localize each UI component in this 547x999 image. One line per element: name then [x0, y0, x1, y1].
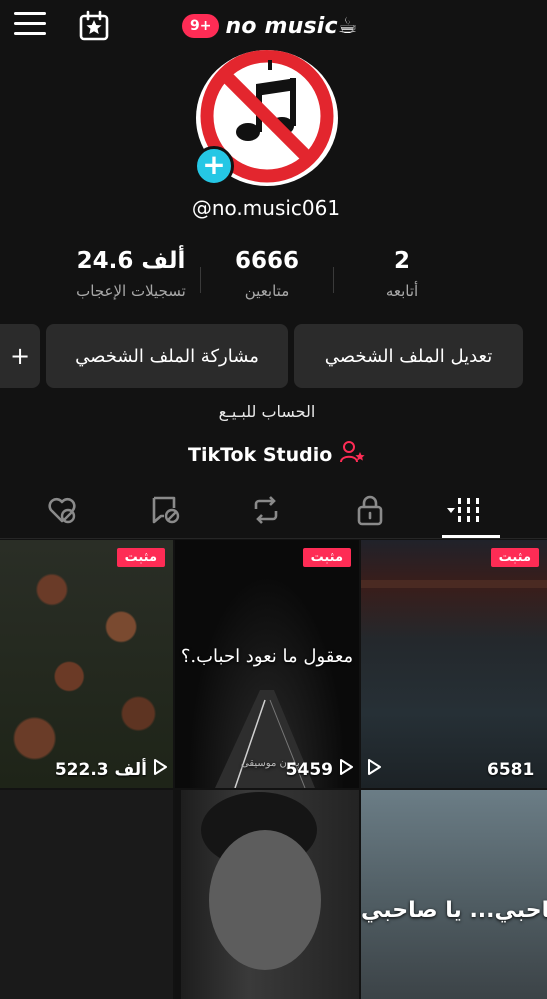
- video-thumbnail[interactable]: [0, 790, 173, 999]
- tiktok-studio-link[interactable]: TikTok Studio: [188, 440, 366, 469]
- video-thumbnail[interactable]: مثبت 6581: [361, 540, 547, 788]
- stat-followers[interactable]: 6666 متابعين: [222, 248, 312, 300]
- view-count-value: 5459: [285, 759, 333, 780]
- grid-icon[interactable]: [447, 494, 479, 526]
- following-label: أتابعه: [385, 282, 419, 300]
- pinned-badge: مثبت: [302, 548, 351, 567]
- notification-badge[interactable]: 9+: [182, 14, 220, 38]
- share-profile-button[interactable]: مشاركة الملف الشخصي: [46, 324, 288, 388]
- video-caption: صاحبي... يا صاحبي: [361, 898, 547, 923]
- lock-icon[interactable]: [354, 494, 386, 526]
- repost-icon[interactable]: [250, 494, 282, 526]
- likes-label: تسجيلات الإعجاب: [76, 282, 186, 300]
- calendar-star-icon[interactable]: [78, 10, 110, 42]
- stat-likes[interactable]: 24.6 ألف تسجيلات الإعجاب: [62, 248, 200, 300]
- studio-label: TikTok Studio: [188, 443, 333, 466]
- play-icon: [367, 759, 381, 780]
- pinned-badge: مثبت: [116, 548, 165, 567]
- stat-divider: [200, 267, 201, 293]
- add-friends-button[interactable]: +: [0, 324, 40, 388]
- username: @no.music061: [191, 196, 341, 220]
- video-thumbnail[interactable]: صاحبي... يا صاحبي: [361, 790, 547, 999]
- stat-divider: [333, 267, 334, 293]
- video-thumbnail[interactable]: مثبت معقول ما نعود احباب.؟ بدون موسيقى 5…: [175, 540, 359, 788]
- view-count: 5459: [286, 759, 353, 780]
- followers-count: 6666: [234, 248, 299, 274]
- thumbnail-detail: [361, 580, 547, 588]
- view-count: 522.3 ألف: [55, 759, 167, 780]
- edit-profile-button[interactable]: تعديل الملف الشخصي: [294, 324, 523, 388]
- add-avatar-button[interactable]: +: [194, 146, 234, 186]
- followers-label: متابعين: [244, 282, 290, 300]
- video-thumbnail[interactable]: [175, 790, 359, 999]
- video-caption: معقول ما نعود احباب.؟: [180, 646, 354, 667]
- view-count-value: 6581: [487, 759, 535, 780]
- tab-divider: [0, 538, 547, 539]
- thumbnail-detail: [175, 790, 321, 999]
- play-icon: [153, 759, 167, 780]
- view-count-value: 522.3 ألف: [54, 759, 147, 780]
- liked-icon[interactable]: [46, 494, 78, 526]
- pinned-badge: مثبت: [490, 548, 539, 567]
- account-name: no music☕: [225, 13, 358, 39]
- view-count: 6581: [367, 759, 534, 780]
- stat-following[interactable]: 2 أتابعه: [360, 248, 444, 300]
- bio-text: الحساب للبـيـع: [218, 402, 316, 421]
- likes-count: 24.6 ألف: [76, 248, 186, 274]
- tagged-icon[interactable]: [150, 494, 182, 526]
- hamburger-menu-icon[interactable]: [14, 12, 46, 38]
- following-count: 2: [393, 248, 410, 274]
- video-thumbnail[interactable]: 522.3 ألف مثبت: [0, 540, 173, 788]
- profile-title: 9+ no music☕: [182, 10, 358, 42]
- play-icon: [339, 759, 353, 780]
- person-star-icon: [340, 440, 366, 469]
